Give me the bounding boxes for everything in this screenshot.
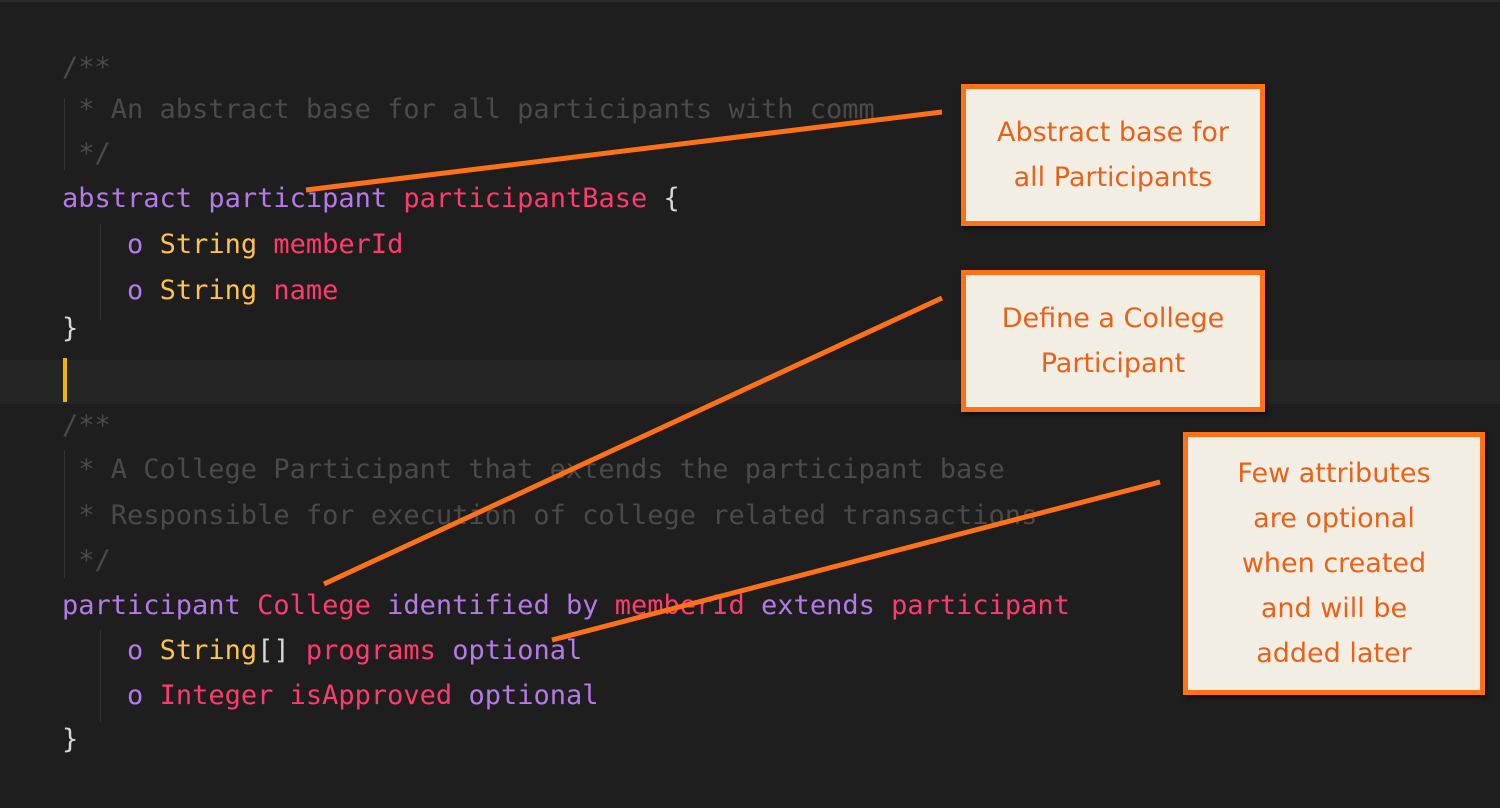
pointer-line-college — [322, 295, 944, 587]
pointer-line-abstract — [305, 109, 943, 193]
callout-text: all Participants — [1013, 162, 1213, 193]
callout-text: Participant — [1040, 348, 1186, 379]
callout-text: Define a College — [1001, 303, 1225, 334]
callout-text: when created — [1241, 548, 1427, 579]
callout-text: and will be — [1260, 593, 1408, 624]
callout-text: Few attributes — [1237, 458, 1431, 489]
callout-optional: Few attributes are optional when created… — [1183, 432, 1485, 695]
callout-text: added later — [1256, 638, 1412, 669]
pointer-line-optional — [551, 479, 1161, 643]
callout-college: Define a College Participant — [961, 270, 1265, 412]
callout-text: are optional — [1253, 503, 1415, 534]
callout-abstract-base: Abstract base for all Participants — [961, 84, 1265, 226]
callout-text: Abstract base for — [997, 117, 1229, 148]
